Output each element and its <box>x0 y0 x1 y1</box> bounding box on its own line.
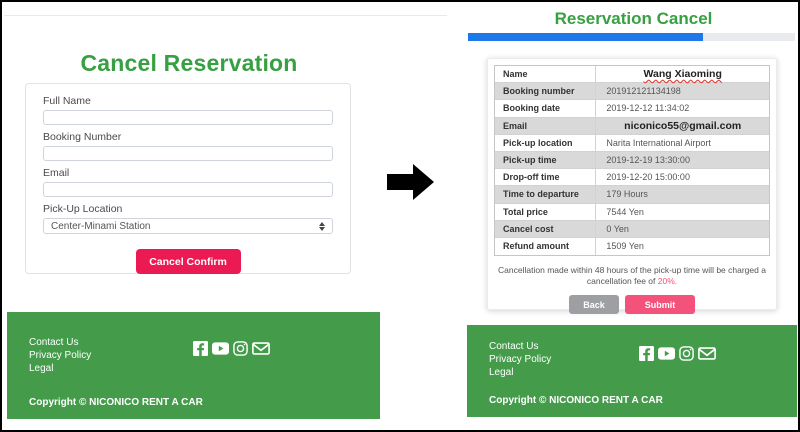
select-spinner-icon <box>319 222 325 231</box>
back-button[interactable]: Back <box>569 295 619 314</box>
email-value: niconico55@gmail.com <box>596 118 769 134</box>
pickup-location-select[interactable]: Center-Minami Station <box>43 218 333 234</box>
booking-number-label: Booking Number <box>43 131 333 143</box>
footer: Contact Us Privacy Policy Legal Copyrigh… <box>7 312 380 419</box>
cancel-reservation-page: Cancel Reservation Full Name Booking Num… <box>4 2 447 430</box>
action-buttons: Back Submit <box>494 295 770 314</box>
table-row: Booking number 201912121134198 <box>495 83 769 100</box>
arrow-right-icon <box>387 163 435 201</box>
youtube-icon[interactable] <box>658 347 675 360</box>
contact-us-link[interactable]: Contact Us <box>29 337 91 348</box>
full-name-input[interactable] <box>43 110 333 125</box>
email-input[interactable] <box>43 182 333 197</box>
privacy-policy-link[interactable]: Privacy Policy <box>489 354 551 365</box>
footer-links: Contact Us Privacy Policy Legal <box>29 337 91 374</box>
legal-link[interactable]: Legal <box>29 363 91 374</box>
table-row: Drop-off time 2019-12-20 15:00:00 <box>495 169 769 186</box>
instagram-icon[interactable] <box>233 341 248 356</box>
pickup-location-selected-value: Center-Minami Station <box>51 221 150 232</box>
reservation-summary-card: Name Wang Xiaoming Booking number 201912… <box>487 58 777 310</box>
contact-us-link[interactable]: Contact Us <box>489 341 551 352</box>
table-row: Pick-up location Narita International Ai… <box>495 135 769 152</box>
footer: Contact Us Privacy Policy Legal Copyrigh… <box>467 325 797 417</box>
footer-links: Contact Us Privacy Policy Legal <box>489 341 551 378</box>
progress-bar <box>468 33 795 41</box>
email-icon[interactable] <box>698 347 716 360</box>
table-row: Email niconico55@gmail.com <box>495 118 769 135</box>
youtube-icon[interactable] <box>212 342 229 355</box>
reservation-table: Name Wang Xiaoming Booking number 201912… <box>494 65 770 256</box>
reservation-cancel-page: Reservation Cancel Name Wang Xiaoming Bo… <box>460 2 800 430</box>
progress-fill <box>468 33 703 41</box>
copyright-text: Copyright © NICONICO RENT A CAR <box>29 397 203 408</box>
privacy-policy-link[interactable]: Privacy Policy <box>29 350 91 361</box>
cancel-form-card: Full Name Booking Number Email Pick-Up L… <box>25 83 351 274</box>
table-row: Booking date 2019-12-12 11:34:02 <box>495 100 769 117</box>
social-icons <box>193 341 270 356</box>
table-row: Time to departure 179 Hours <box>495 186 769 203</box>
page-title: Cancel Reservation <box>4 50 374 77</box>
screenshot-canvas: Cancel Reservation Full Name Booking Num… <box>0 0 800 432</box>
table-row: Name Wang Xiaoming <box>495 66 769 83</box>
email-label: Email <box>43 167 333 179</box>
legal-link[interactable]: Legal <box>489 367 551 378</box>
facebook-icon[interactable] <box>639 346 654 361</box>
page-title: Reservation Cancel <box>470 9 797 29</box>
cancellation-policy-note: Cancellation made within 48 hours of the… <box>494 265 770 286</box>
social-icons <box>639 346 716 361</box>
copyright-text: Copyright © NICONICO RENT A CAR <box>489 395 663 406</box>
table-row: Refund amount 1509 Yen <box>495 238 769 255</box>
instagram-icon[interactable] <box>679 346 694 361</box>
navbar-divider <box>4 15 447 16</box>
name-value: Wang Xiaoming <box>596 66 769 82</box>
email-icon[interactable] <box>252 342 270 355</box>
table-row: Pick-up time 2019-12-19 13:30:00 <box>495 152 769 169</box>
submit-button[interactable]: Submit <box>625 295 695 314</box>
pickup-location-label: Pick-Up Location <box>43 203 333 215</box>
cancellation-fee-percent: 20%. <box>658 276 677 286</box>
facebook-icon[interactable] <box>193 341 208 356</box>
table-row: Cancel cost 0 Yen <box>495 221 769 238</box>
cancel-confirm-button[interactable]: Cancel Confirm <box>136 249 241 274</box>
full-name-label: Full Name <box>43 95 333 107</box>
booking-number-input[interactable] <box>43 146 333 161</box>
table-row: Total price 7544 Yen <box>495 204 769 221</box>
